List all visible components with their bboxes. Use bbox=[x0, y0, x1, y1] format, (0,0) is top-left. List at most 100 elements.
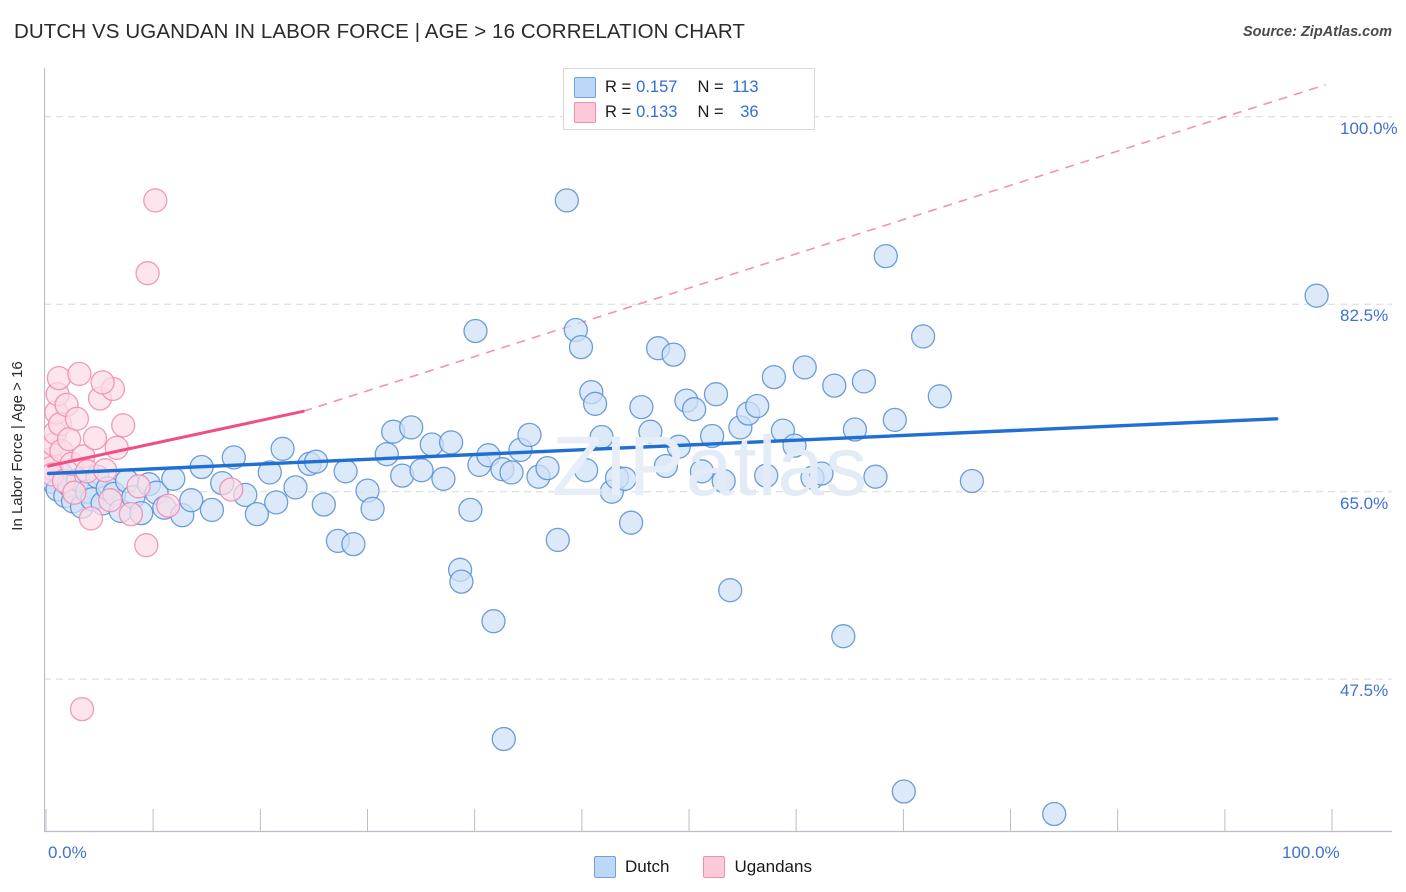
data-point bbox=[156, 493, 181, 518]
legend-color-dutch bbox=[594, 856, 617, 878]
data-point bbox=[517, 422, 542, 448]
data-point bbox=[882, 407, 907, 433]
data-point bbox=[681, 397, 707, 422]
data-point bbox=[409, 458, 434, 483]
data-point bbox=[431, 466, 456, 491]
data-point bbox=[535, 455, 560, 481]
y-axis-title: In Labor Force | Age > 16 bbox=[0, 0, 34, 892]
data-point bbox=[661, 342, 686, 367]
data-point bbox=[449, 569, 474, 594]
y-tick-label: 47.5% bbox=[1340, 681, 1389, 701]
data-point bbox=[499, 460, 524, 485]
legend-label-ugandans: Ugandans bbox=[734, 857, 812, 876]
data-point bbox=[311, 492, 336, 517]
data-point bbox=[458, 497, 483, 523]
data-point bbox=[831, 624, 856, 649]
legend-item-ugandans[interactable]: Ugandans bbox=[703, 856, 812, 878]
data-point bbox=[90, 370, 115, 395]
legend-color-ugandans bbox=[703, 856, 726, 878]
data-point bbox=[689, 459, 715, 484]
data-point bbox=[554, 188, 579, 213]
y-tick-label: 82.5% bbox=[1340, 306, 1389, 326]
data-point bbox=[143, 188, 168, 213]
data-point bbox=[104, 435, 129, 460]
page-title: DUTCH VS UGANDAN IN LABOR FORCE | AGE > … bbox=[14, 20, 746, 43]
data-point bbox=[573, 458, 599, 483]
y-axis-title-label: In Labor Force | Age > 16 bbox=[8, 361, 26, 531]
data-point bbox=[809, 461, 834, 486]
data-point bbox=[851, 369, 877, 394]
n-label-dutch: N = bbox=[697, 78, 724, 96]
data-point bbox=[653, 453, 679, 479]
data-point bbox=[463, 318, 488, 344]
data-point bbox=[78, 506, 104, 531]
points-ugandans bbox=[44, 188, 244, 722]
data-point bbox=[399, 415, 424, 440]
data-point bbox=[959, 468, 985, 494]
r-label-ugandans: R = bbox=[605, 103, 632, 121]
data-point bbox=[161, 466, 186, 491]
data-point bbox=[568, 334, 594, 360]
data-point bbox=[629, 394, 654, 420]
legend-label-dutch: Dutch bbox=[625, 857, 670, 876]
data-point bbox=[264, 490, 289, 515]
data-point bbox=[374, 442, 399, 467]
r-value-dutch: 0.157 bbox=[636, 78, 678, 96]
data-point bbox=[491, 726, 516, 752]
data-point bbox=[589, 424, 614, 450]
data-point bbox=[82, 425, 108, 451]
data-point bbox=[582, 391, 608, 416]
chart-root: DUTCH VS UGANDAN IN LABOR FORCE | AGE > … bbox=[0, 0, 1406, 892]
data-point bbox=[618, 510, 644, 535]
scatter-plot-svg bbox=[44, 68, 1392, 833]
r-label-dutch: R = bbox=[605, 78, 632, 96]
correlation-row-ugandans: R = 0.133 N = 36 bbox=[574, 100, 804, 125]
legend-item-dutch[interactable]: Dutch bbox=[594, 856, 669, 878]
data-point bbox=[438, 430, 464, 455]
n-value-ugandans: 36 bbox=[740, 103, 759, 121]
n-label-ugandans: N = bbox=[697, 103, 724, 121]
legend-swatch-ugandans bbox=[574, 102, 596, 123]
data-point bbox=[822, 373, 847, 398]
data-point bbox=[1042, 801, 1067, 827]
data-point bbox=[179, 488, 204, 513]
data-point bbox=[910, 324, 936, 349]
data-point bbox=[341, 531, 366, 557]
data-point bbox=[67, 361, 92, 387]
data-point bbox=[62, 480, 87, 505]
data-point bbox=[283, 475, 308, 500]
data-point bbox=[873, 243, 898, 269]
data-point bbox=[69, 696, 95, 722]
data-point bbox=[64, 406, 90, 431]
data-point bbox=[360, 496, 385, 521]
data-point bbox=[891, 779, 916, 804]
data-point bbox=[199, 497, 225, 523]
data-point bbox=[98, 488, 123, 513]
data-point bbox=[927, 384, 952, 409]
n-value-dutch: 113 bbox=[732, 78, 759, 96]
r-value-ugandans: 0.133 bbox=[636, 103, 678, 121]
series-legend: Dutch Ugandans bbox=[0, 856, 1406, 878]
data-point bbox=[792, 355, 817, 380]
data-point bbox=[118, 501, 144, 527]
y-tick-label: 65.0% bbox=[1340, 493, 1389, 513]
data-point bbox=[782, 433, 807, 458]
data-point bbox=[745, 393, 770, 419]
data-point bbox=[46, 365, 72, 391]
data-point bbox=[135, 261, 160, 286]
data-point bbox=[1304, 283, 1329, 308]
data-point bbox=[718, 578, 743, 603]
y-tick-label: 100.0% bbox=[1340, 118, 1398, 138]
data-point bbox=[481, 609, 506, 634]
data-point bbox=[612, 466, 637, 491]
data-point bbox=[863, 464, 888, 489]
plot-area bbox=[44, 68, 1392, 833]
data-point bbox=[761, 364, 787, 390]
points-dutch bbox=[44, 188, 1329, 827]
data-point bbox=[134, 533, 159, 558]
correlation-row-dutch: R = 0.157 N = 113 bbox=[574, 75, 804, 100]
source-attribution: Source: ZipAtlas.com bbox=[1242, 24, 1392, 40]
data-point bbox=[333, 459, 358, 484]
data-point bbox=[703, 382, 729, 407]
data-point bbox=[126, 474, 151, 499]
